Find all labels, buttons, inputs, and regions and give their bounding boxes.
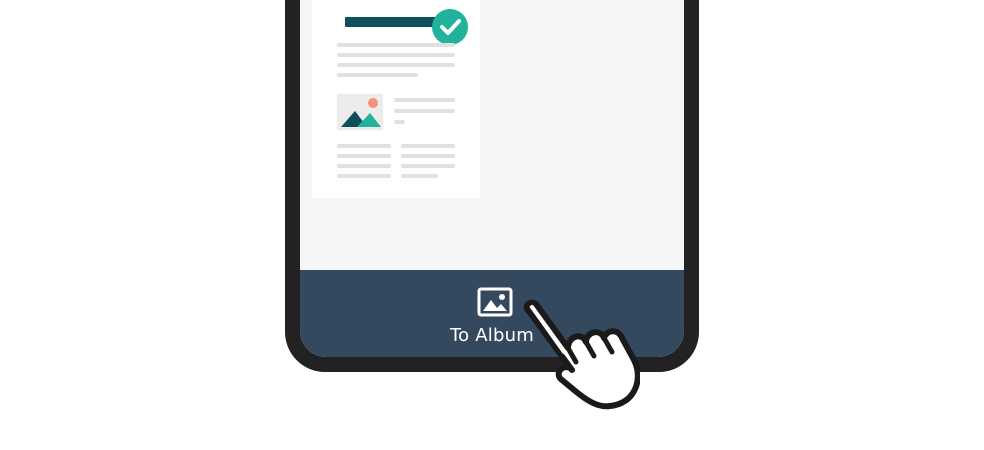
document-text-line: [394, 120, 405, 124]
checkmark-icon: [432, 9, 468, 45]
document-text-line: [337, 73, 418, 77]
document-text-line: [337, 63, 455, 67]
document-text-line: [401, 164, 455, 168]
document-text-line: [337, 174, 391, 178]
document-text-line: [394, 109, 455, 113]
document-text-line: [337, 164, 391, 168]
document-text-line: [401, 174, 438, 178]
document-text-line: [401, 154, 455, 158]
app-stage: To Album: [0, 0, 984, 450]
document-text-line: [337, 43, 455, 47]
document-text-line: [337, 154, 391, 158]
pointing-hand-icon: [523, 299, 640, 410]
image-album-icon: [477, 287, 513, 317]
document-text-line: [337, 53, 455, 57]
document-text-line: [401, 144, 455, 148]
document-title-bar: [345, 17, 442, 27]
document-text-line: [394, 98, 455, 102]
document-text-line: [337, 144, 391, 148]
scanned-document-card[interactable]: [312, 0, 480, 198]
document-image-thumbnail: [337, 94, 383, 130]
